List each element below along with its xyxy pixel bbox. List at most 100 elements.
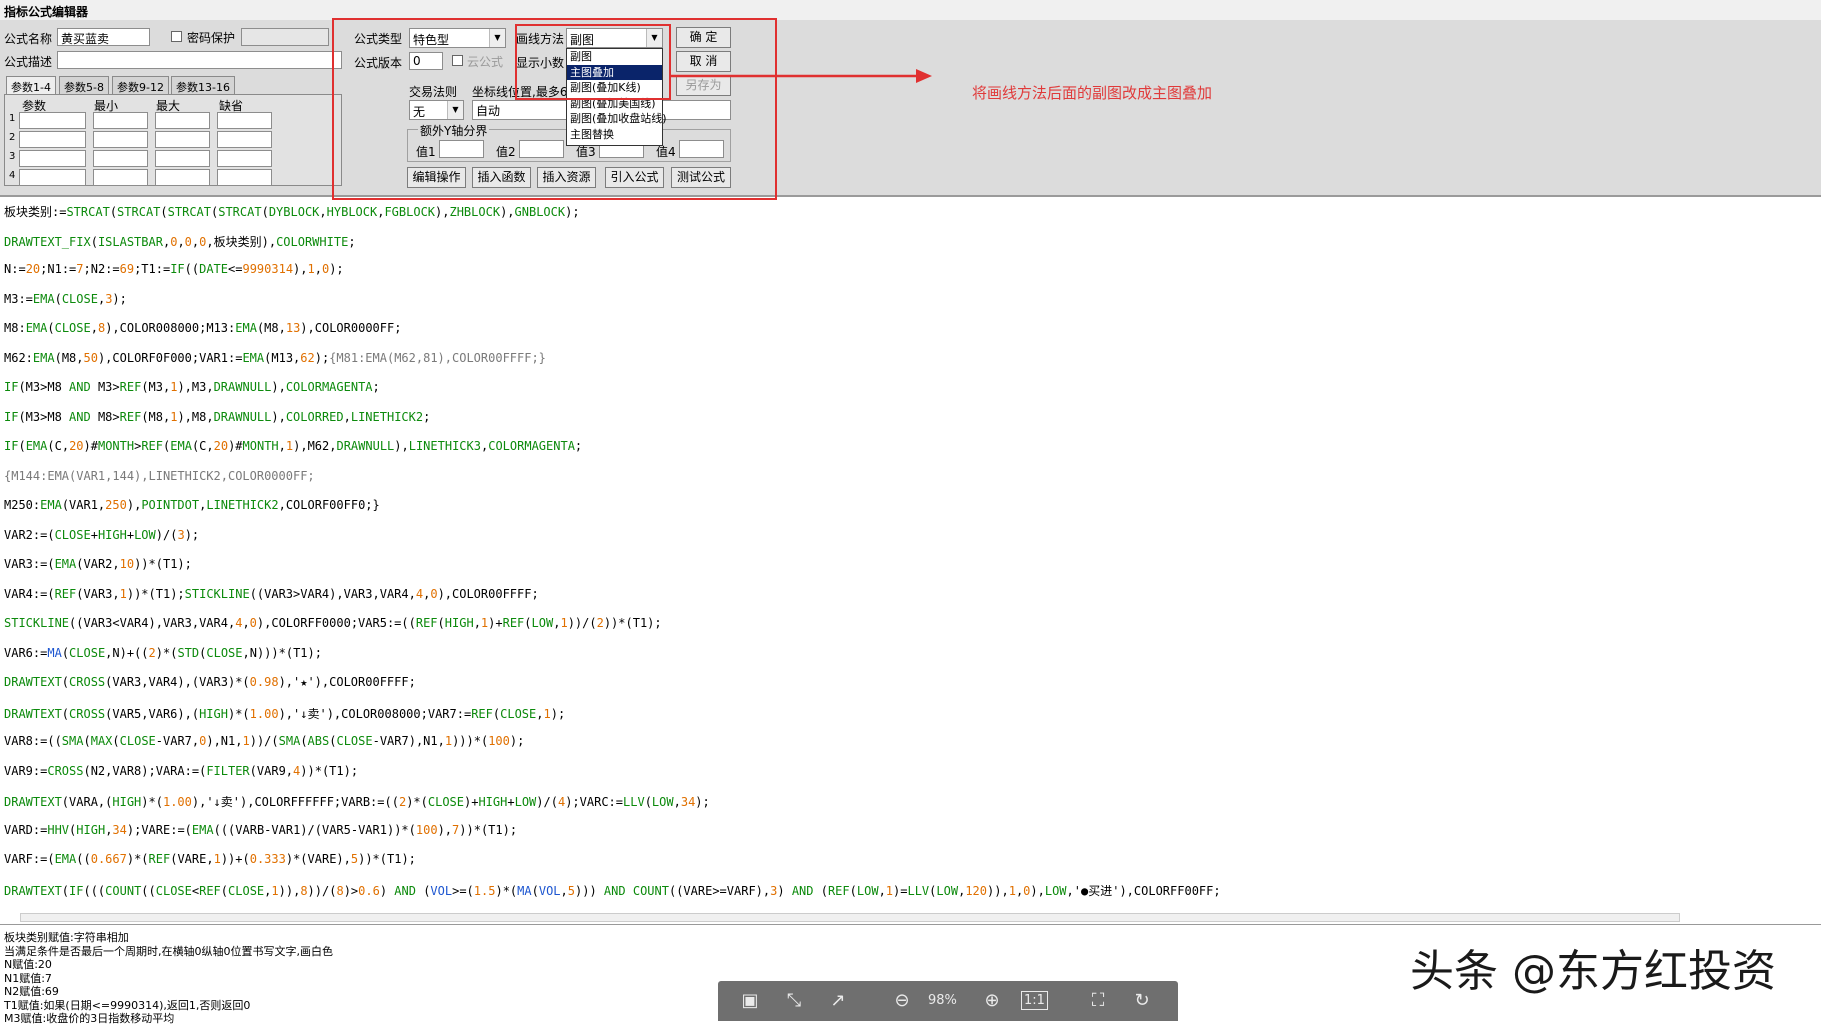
code-token: DRAWTEXT bbox=[4, 706, 62, 721]
param-cell[interactable] bbox=[217, 131, 272, 148]
code-token: ( bbox=[300, 734, 308, 748]
rotate-icon[interactable]: ↻ bbox=[1130, 989, 1154, 1013]
resize-icon[interactable]: ⤡ bbox=[782, 989, 806, 1013]
param-cell[interactable] bbox=[93, 169, 148, 186]
horizontal-scrollbar[interactable] bbox=[20, 913, 1680, 922]
code-token: CROSS bbox=[47, 763, 84, 778]
fullscreen-icon[interactable]: ⛶ bbox=[1086, 989, 1110, 1013]
tab-params-13-16[interactable]: 参数13-16 bbox=[171, 76, 235, 94]
code-token: N:= bbox=[4, 262, 26, 276]
tab-params-5-8[interactable]: 参数5-8 bbox=[59, 76, 109, 94]
param-cell[interactable] bbox=[217, 112, 272, 129]
code-token: ABS bbox=[307, 734, 330, 748]
code-line[interactable]: VAR8:=((SMA(MAX(CLOSE-VAR7,0),N1,1))/(SM… bbox=[4, 734, 524, 748]
param-cell[interactable] bbox=[19, 131, 86, 148]
code-line[interactable]: M62:EMA(M8,50),COLORF0F000;VAR1:=EMA(M13… bbox=[4, 351, 546, 365]
code-token: MONTH bbox=[242, 439, 279, 453]
code-token: 1 bbox=[307, 262, 315, 276]
name-label: 公式名称 bbox=[4, 32, 53, 46]
code-token: (M8, bbox=[141, 409, 171, 424]
zoom-out-icon[interactable]: ⊖ bbox=[890, 989, 914, 1013]
code-token: (VAR3, bbox=[76, 586, 120, 601]
param-cell[interactable] bbox=[93, 150, 148, 167]
code-token: >=( bbox=[452, 883, 474, 898]
code-token: COLORMAGENTA bbox=[488, 439, 575, 453]
code-token: REF bbox=[54, 586, 77, 601]
code-line[interactable]: STICKLINE((VAR3<VAR4),VAR3,VAR4,4,0),COL… bbox=[4, 616, 662, 630]
param-cell[interactable] bbox=[93, 131, 148, 148]
password-input[interactable] bbox=[241, 28, 329, 46]
code-line[interactable]: DRAWTEXT(CROSS(VAR5,VAR6),(HIGH)*(1.00),… bbox=[4, 705, 565, 722]
param-cell[interactable] bbox=[155, 150, 210, 167]
code-line[interactable]: DRAWTEXT(CROSS(VAR3,VAR4),(VAR3)*(0.98),… bbox=[4, 675, 416, 689]
code-token: 1 bbox=[213, 852, 221, 866]
code-token: ,'●买进'),COLORFF00FF; bbox=[1066, 883, 1221, 898]
code-line[interactable]: DRAWTEXT(IF(((COUNT((CLOSE<REF(CLOSE,1))… bbox=[4, 882, 1221, 899]
code-line[interactable]: N:=20;N1:=7;N2:=69;T1:=IF((DATE<=9990314… bbox=[4, 262, 344, 276]
code-token: 120 bbox=[965, 883, 988, 898]
code-line[interactable]: VAR9:=CROSS(N2,VAR8);VARA:=(FILTER(VAR9,… bbox=[4, 764, 358, 778]
tab-params-9-12[interactable]: 参数9-12 bbox=[112, 76, 169, 94]
code-line[interactable]: DRAWTEXT(VARA,(HIGH)*(1.00),'↓卖'),COLORF… bbox=[4, 793, 710, 810]
code-token: ),COLORF0F000;VAR1:= bbox=[97, 350, 243, 365]
code-token: ) bbox=[777, 883, 792, 898]
formula-code-editor[interactable]: 板块类别:=STRCAT(STRCAT(STRCAT(STRCAT(DYBLOC… bbox=[4, 195, 1804, 923]
param-cell[interactable] bbox=[155, 169, 210, 186]
code-token: COLORRED bbox=[285, 409, 344, 424]
code-token: , bbox=[319, 205, 327, 219]
zoom-in-icon[interactable]: ⊕ bbox=[980, 989, 1004, 1013]
code-token: <= bbox=[228, 262, 243, 276]
param-row-number: 3 bbox=[9, 151, 16, 162]
name-input[interactable]: 黄买蓝卖 bbox=[57, 28, 150, 46]
code-token: 20 bbox=[25, 262, 41, 276]
code-line[interactable]: DRAWTEXT_FIX(ISLASTBAR,0,0,0,板块类别),COLOR… bbox=[4, 233, 356, 250]
code-token: ( bbox=[531, 883, 539, 898]
tab-params-1-4[interactable]: 参数1-4 bbox=[6, 76, 56, 94]
code-token: COUNT bbox=[632, 883, 669, 898]
param-cell[interactable] bbox=[217, 150, 272, 167]
param-cell[interactable] bbox=[93, 112, 148, 129]
code-line[interactable]: VAR3:=(EMA(VAR2,10))*(T1); bbox=[4, 557, 192, 571]
code-token: M8: bbox=[4, 321, 26, 335]
code-token: ))*(T1); bbox=[126, 586, 185, 601]
code-line[interactable]: VARF:=(EMA((0.667)*(REF(VARE,1))+(0.333)… bbox=[4, 852, 416, 866]
code-token: ); bbox=[314, 350, 330, 365]
code-token: HIGH bbox=[199, 706, 228, 721]
param-cell[interactable] bbox=[19, 112, 86, 129]
code-line[interactable]: 板块类别:=STRCAT(STRCAT(STRCAT(STRCAT(DYBLOC… bbox=[4, 203, 580, 220]
code-line[interactable]: M250:EMA(VAR1,250),POINTDOT,LINETHICK2,C… bbox=[4, 498, 380, 512]
code-token: 34 bbox=[680, 795, 696, 809]
code-token: , bbox=[278, 439, 286, 453]
code-line[interactable]: VAR6:=MA(CLOSE,N)+((2)*(STD(CLOSE,N)))*(… bbox=[4, 646, 322, 660]
code-token: ),M62, bbox=[293, 439, 337, 453]
param-cell[interactable] bbox=[19, 169, 86, 186]
code-line[interactable]: VARD:=HHV(HIGH,34);VARE:=(EMA(((VARB-VAR… bbox=[4, 823, 517, 837]
code-line[interactable]: VAR2:=(CLOSE+HIGH+LOW)/(3); bbox=[4, 528, 199, 542]
code-line[interactable]: VAR4:=(REF(VAR3,1))*(T1);STICKLINE((VAR3… bbox=[4, 587, 539, 601]
code-line[interactable]: IF(M3>M8 AND M8>REF(M8,1),M8,DRAWNULL),C… bbox=[4, 410, 430, 424]
share-icon[interactable]: ↗ bbox=[826, 989, 850, 1013]
desc-input[interactable] bbox=[57, 51, 342, 69]
code-token: )# bbox=[228, 439, 243, 453]
param-cell[interactable] bbox=[19, 150, 86, 167]
param-cell[interactable] bbox=[217, 169, 272, 186]
code-line[interactable]: {M144:EMA(VAR1,144),LINETHICK2,COLOR0000… bbox=[4, 469, 315, 483]
code-line[interactable]: IF(M3>M8 AND M3>REF(M3,1),M3,DRAWNULL),C… bbox=[4, 380, 380, 394]
code-token: 0.6 bbox=[358, 883, 380, 898]
param-cell[interactable] bbox=[155, 131, 210, 148]
code-line[interactable]: M3:=EMA(CLOSE,3); bbox=[4, 292, 127, 306]
code-token: 1 bbox=[119, 586, 127, 601]
code-token: HIGH bbox=[97, 527, 127, 542]
code-token: , bbox=[473, 616, 481, 630]
code-token: ( bbox=[261, 205, 269, 219]
code-token: ( bbox=[61, 645, 70, 660]
param-cell[interactable] bbox=[155, 112, 210, 129]
code-line[interactable]: IF(EMA(C,20)#MONTH>REF(EMA(C,20)#MONTH,1… bbox=[4, 439, 582, 453]
save-icon[interactable]: ▣ bbox=[738, 989, 762, 1013]
actual-size-button[interactable]: 1:1 bbox=[1021, 991, 1048, 1010]
code-line[interactable]: M8:EMA(CLOSE,8),COLOR008000;M13:EMA(M8,1… bbox=[4, 321, 401, 335]
code-token: 0 bbox=[184, 234, 192, 249]
password-checkbox[interactable] bbox=[171, 31, 182, 42]
code-token: ),COLOR008000;M13: bbox=[105, 321, 236, 335]
code-token: ; bbox=[348, 234, 356, 249]
